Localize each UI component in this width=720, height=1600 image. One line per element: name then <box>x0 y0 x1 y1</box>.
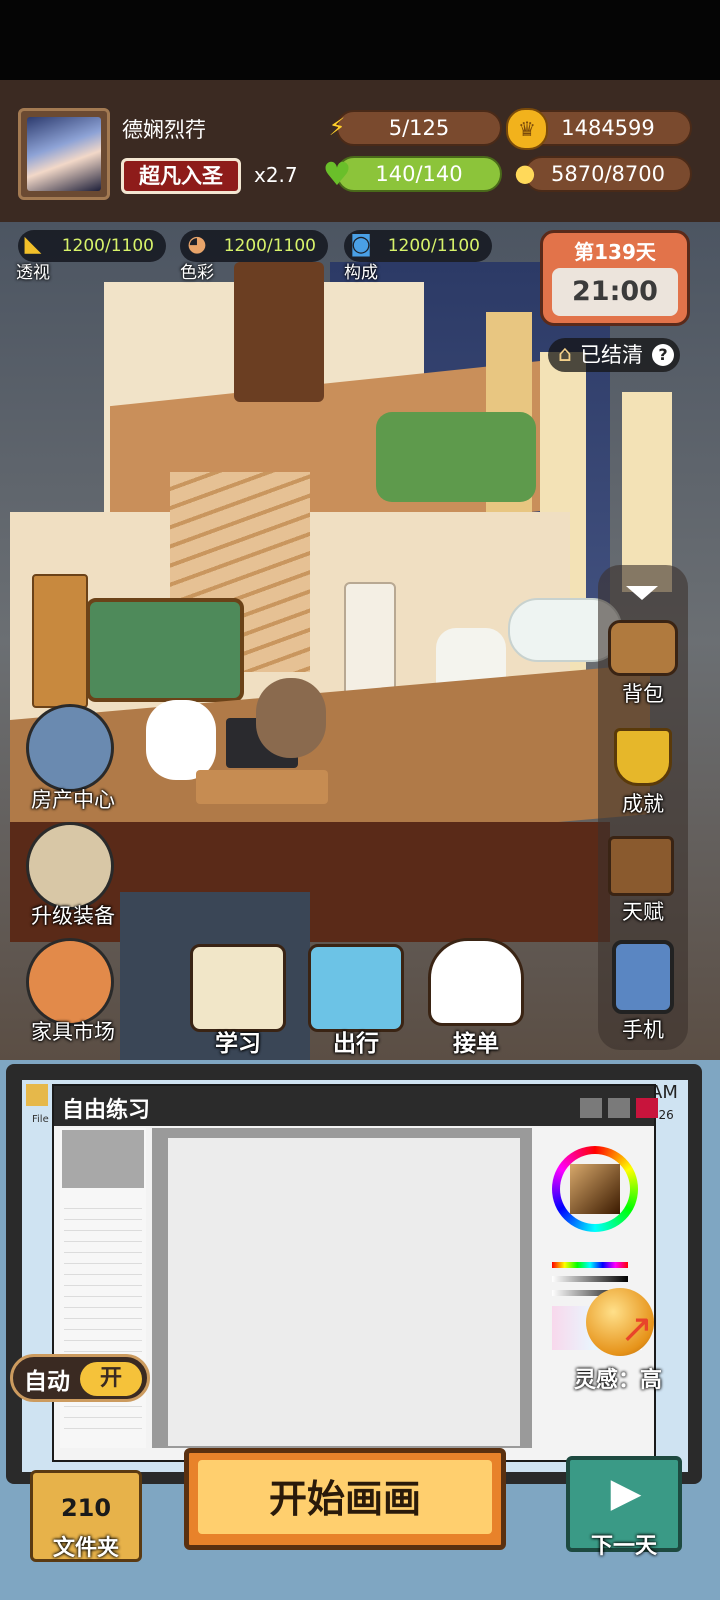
coin-counter: 1484599 <box>524 110 692 146</box>
player-name: 德娴烈荇 <box>122 118 206 142</box>
ruler-icon: ◣ <box>24 232 42 257</box>
dog[interactable] <box>146 700 216 780</box>
drawing-canvas[interactable] <box>168 1138 520 1446</box>
hue-slider[interactable] <box>552 1262 628 1268</box>
idea-counter: 5870/8700 <box>524 156 692 192</box>
heart-icon: ♥ <box>322 155 352 193</box>
sofa <box>86 598 244 702</box>
achievement-label[interactable]: 成就 <box>598 788 688 818</box>
trend-up-icon: ↗ <box>620 1306 654 1352</box>
upgrade-equipment-label[interactable]: 升级装备 <box>18 900 128 930</box>
furniture-market-button[interactable] <box>26 938 114 1026</box>
trophy-icon[interactable] <box>614 728 672 786</box>
shelf <box>234 262 324 402</box>
inspiration-status: 灵感：高 <box>574 1362 662 1394</box>
color-label: 色彩 <box>180 263 214 283</box>
energy-counter: 5/125 <box>336 110 502 146</box>
palette-icon: ◕ <box>187 232 207 257</box>
close-button[interactable] <box>636 1098 658 1118</box>
door <box>32 574 88 708</box>
color-square[interactable] <box>570 1164 620 1214</box>
player-character[interactable] <box>256 678 326 758</box>
property-center-label[interactable]: 房产中心 <box>18 784 128 814</box>
settlement-label: 已结清 <box>580 343 643 367</box>
inspiration-label: 灵感： <box>574 1368 641 1393</box>
lightning-icon: ⚡ <box>328 113 346 141</box>
backpack-icon[interactable] <box>608 620 678 676</box>
travel-label[interactable]: 出行 <box>306 1024 406 1058</box>
settlement-status[interactable]: ⌂ 已结清 ? <box>548 338 680 372</box>
lightbulb-icon: ● <box>514 159 536 187</box>
bed <box>376 412 536 502</box>
window-title: 自由练习 <box>62 1098 151 1123</box>
curtain-right <box>622 392 672 592</box>
skip-forward-icon: ▶ <box>610 1470 642 1516</box>
study-label[interactable]: 学习 <box>188 1024 288 1058</box>
file-label: File <box>32 1114 49 1125</box>
auto-label: 自动 <box>24 1369 70 1395</box>
travel-ghost-icon[interactable] <box>308 944 404 1032</box>
property-center-button[interactable] <box>26 704 114 792</box>
time-display: 21:00 <box>552 268 678 316</box>
composition-label: 构成 <box>344 263 378 283</box>
brush-preview <box>62 1130 144 1188</box>
health-counter: 140/140 <box>336 156 502 192</box>
collapse-arrow-icon[interactable] <box>626 586 658 600</box>
rank-badge: 超凡入圣 <box>121 158 241 194</box>
inspiration-level: 高 <box>640 1368 663 1393</box>
phone-icon[interactable] <box>612 940 674 1014</box>
saturation-slider[interactable] <box>552 1276 628 1282</box>
minimize-button[interactable] <box>580 1098 602 1118</box>
order-rabbit-icon[interactable] <box>428 938 524 1026</box>
bag-label[interactable]: 背包 <box>598 678 688 708</box>
desk <box>196 770 328 804</box>
avatar-portrait <box>27 117 101 191</box>
upgrade-equipment-button[interactable] <box>26 822 114 910</box>
maximize-button[interactable] <box>608 1098 630 1118</box>
camera-icon: ◙ <box>350 232 372 257</box>
folder-icon <box>26 1084 48 1106</box>
study-book-icon[interactable] <box>190 944 286 1032</box>
talent-label[interactable]: 天赋 <box>598 896 688 926</box>
status-bar-area <box>0 0 720 80</box>
coin-icon: ♛ <box>506 108 548 150</box>
auto-switch[interactable]: 开 <box>80 1362 142 1396</box>
furniture-market-label[interactable]: 家具市场 <box>18 1016 128 1046</box>
talent-book-icon[interactable] <box>608 836 674 896</box>
order-label[interactable]: 接单 <box>426 1024 526 1058</box>
house-icon: ⌂ <box>558 342 572 367</box>
rank-multiplier: x2.7 <box>254 163 298 187</box>
next-day-label[interactable]: 下一天 <box>566 1528 682 1560</box>
perspective-label: 透视 <box>16 263 50 283</box>
folder-label[interactable]: 文件夹 <box>30 1530 142 1562</box>
start-drawing-label[interactable]: 开始画画 <box>184 1468 506 1523</box>
phone-label[interactable]: 手机 <box>598 1014 688 1044</box>
help-icon[interactable]: ? <box>652 344 674 366</box>
tool-settings[interactable] <box>64 1198 142 1438</box>
folder-count: 210 <box>60 1494 112 1522</box>
avatar[interactable] <box>18 108 110 200</box>
day-label: 第139天 <box>574 240 656 264</box>
